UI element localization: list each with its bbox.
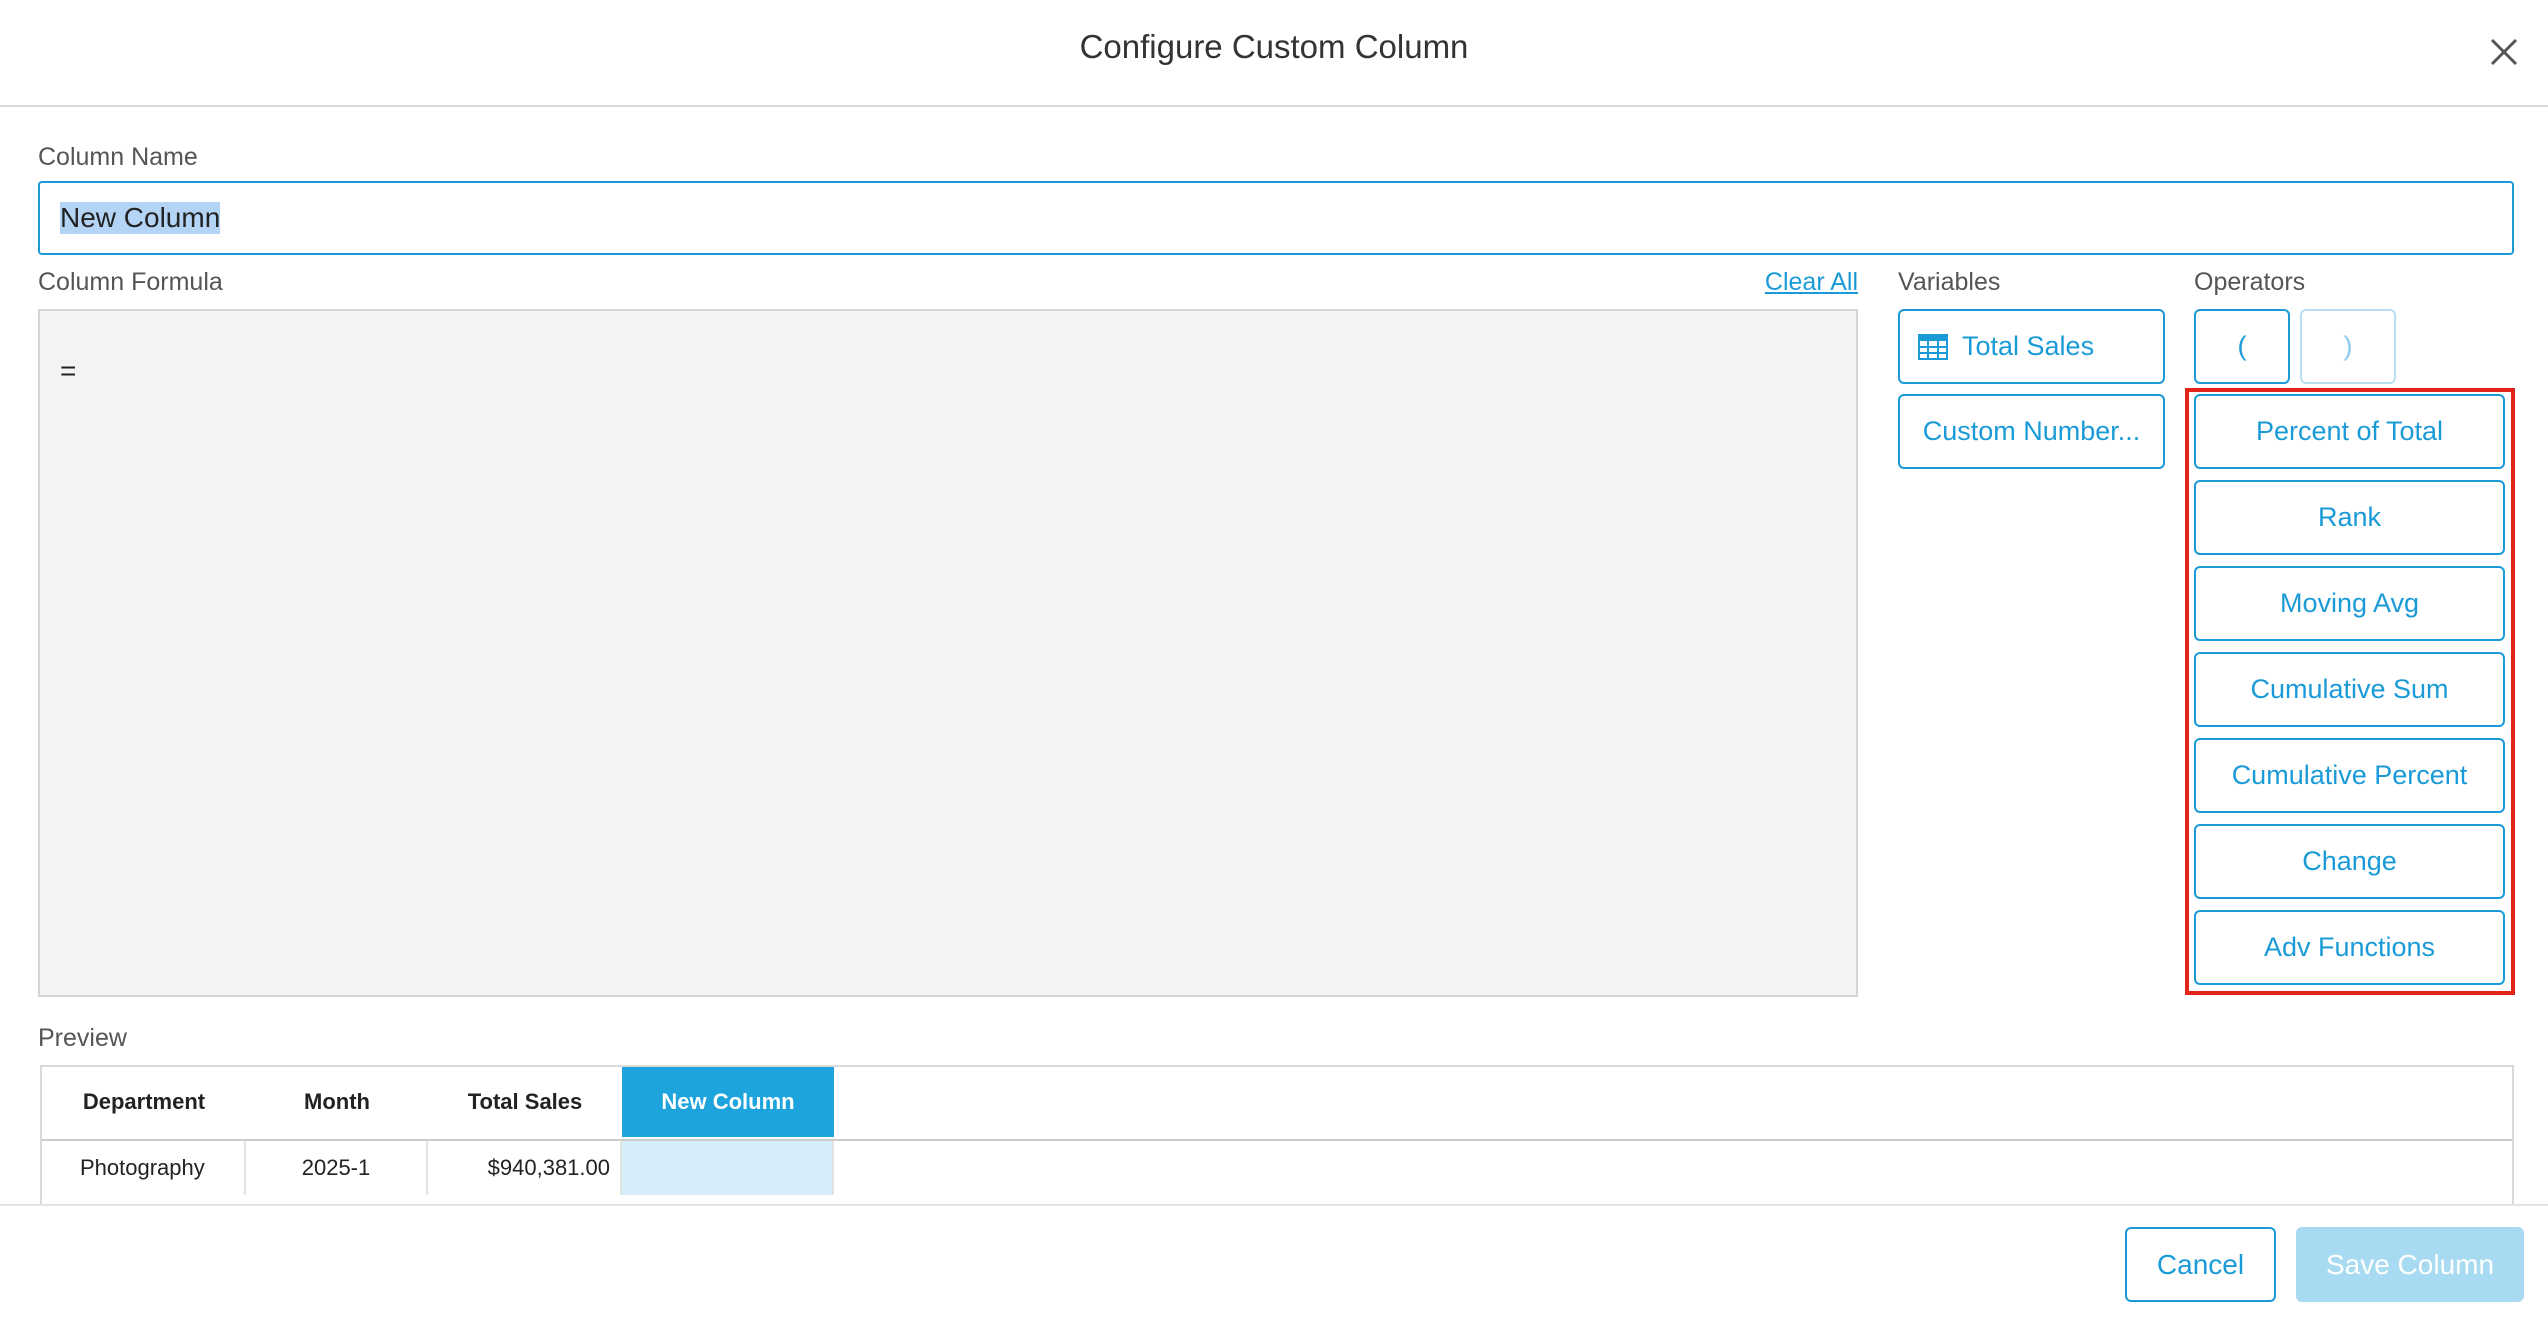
column-name-label: Column Name — [38, 143, 198, 171]
close-icon[interactable] — [2484, 32, 2524, 72]
percent-of-total-button[interactable]: Percent of Total — [2194, 394, 2505, 469]
cancel-button[interactable]: Cancel — [2125, 1227, 2276, 1302]
preview-label: Preview — [38, 1024, 127, 1052]
change-button[interactable]: Change — [2194, 824, 2505, 899]
column-name-input[interactable] — [38, 181, 2514, 255]
table-row: Photography 2025-1 $940,381.00 — [42, 1139, 2512, 1195]
column-header-total-sales: Total Sales — [467, 1089, 583, 1114]
column-formula-label: Column Formula — [38, 268, 223, 296]
cumulative-percent-button[interactable]: Cumulative Percent — [2194, 738, 2505, 813]
column-header-department: Department — [82, 1089, 206, 1114]
close-paren-button[interactable]: ) — [2300, 309, 2396, 384]
variable-total-sales-button[interactable]: Total Sales — [1898, 309, 2165, 384]
formula-editor[interactable]: = — [38, 309, 1858, 997]
adv-functions-button[interactable]: Adv Functions — [2194, 910, 2505, 985]
table-cell-total-sales: $940,381.00 — [428, 1141, 622, 1195]
dialog-title: Configure Custom Column — [1079, 28, 1469, 65]
open-paren-button[interactable]: ( — [2194, 309, 2290, 384]
formula-content: = — [60, 355, 77, 386]
column-header-month: Month — [304, 1089, 370, 1114]
save-column-button[interactable]: Save Column — [2296, 1227, 2524, 1302]
table-cell-department: Photography — [42, 1141, 246, 1195]
custom-number-button[interactable]: Custom Number... — [1898, 394, 2165, 469]
cumulative-sum-button[interactable]: Cumulative Sum — [2194, 652, 2505, 727]
table-cell-new-column — [622, 1141, 834, 1195]
dialog-footer: Cancel Save Column — [0, 1204, 2548, 1322]
column-header-new-column: New Column — [622, 1067, 834, 1137]
table-cell-month: 2025-1 — [246, 1141, 428, 1195]
rank-button[interactable]: Rank — [2194, 480, 2505, 555]
variable-total-sales-label: Total Sales — [1962, 331, 2095, 361]
table-icon — [1918, 333, 1948, 360]
clear-all-link[interactable]: Clear All — [1765, 268, 1858, 297]
variables-label: Variables — [1898, 268, 2001, 296]
dialog-header: Configure Custom Column — [0, 0, 2548, 107]
preview-table: Department Month Total Sales New Column … — [40, 1065, 2514, 1205]
moving-avg-button[interactable]: Moving Avg — [2194, 566, 2505, 641]
operators-label: Operators — [2194, 268, 2306, 296]
